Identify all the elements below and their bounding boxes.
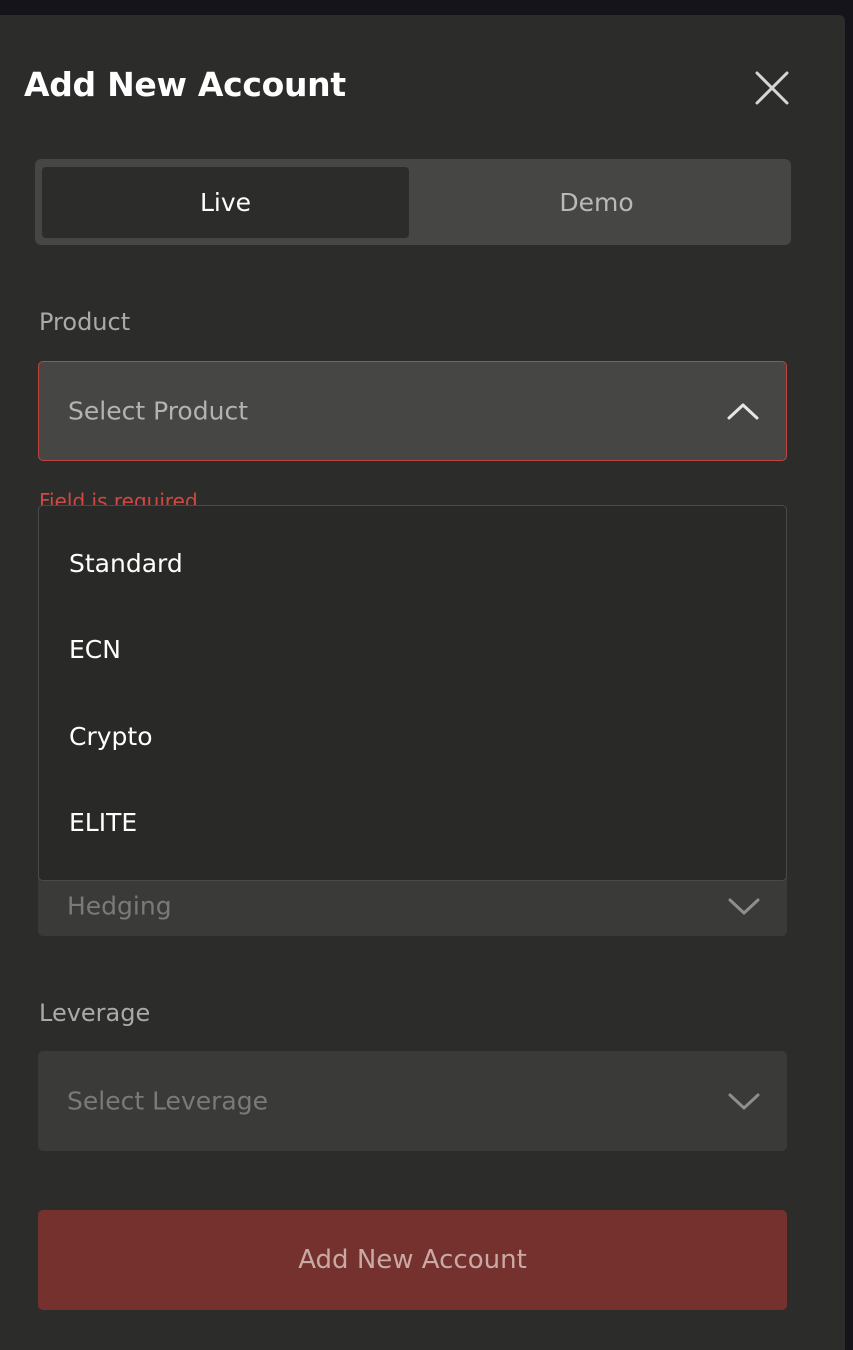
tab-live[interactable]: Live xyxy=(42,167,409,238)
product-option-standard[interactable]: Standard xyxy=(39,520,786,606)
account-type-value: Hedging xyxy=(67,891,172,921)
product-option-crypto[interactable]: Crypto xyxy=(39,693,786,779)
chevron-up-icon xyxy=(727,403,759,420)
leverage-select[interactable]: Select Leverage xyxy=(38,1051,787,1151)
tab-demo[interactable]: Demo xyxy=(409,167,784,238)
product-option-elite[interactable]: ELITE xyxy=(39,779,786,865)
leverage-select-placeholder: Select Leverage xyxy=(67,1086,268,1116)
close-icon xyxy=(755,71,789,105)
product-option-ecn[interactable]: ECN xyxy=(39,606,786,692)
product-dropdown-menu: Standard ECN Crypto ELITE xyxy=(38,505,787,881)
add-new-account-button[interactable]: Add New Account xyxy=(38,1210,787,1310)
product-select-placeholder: Select Product xyxy=(68,396,248,426)
chevron-down-icon xyxy=(728,1093,760,1110)
product-select[interactable]: Select Product xyxy=(38,361,787,461)
product-label: Product xyxy=(39,308,131,336)
modal-title: Add New Account xyxy=(24,65,346,104)
leverage-label: Leverage xyxy=(39,999,151,1027)
close-button[interactable] xyxy=(752,68,792,108)
account-mode-tabs: Live Demo xyxy=(35,159,791,245)
add-account-modal: Add New Account Live Demo Product Select… xyxy=(0,15,845,1350)
chevron-down-icon xyxy=(728,898,760,915)
